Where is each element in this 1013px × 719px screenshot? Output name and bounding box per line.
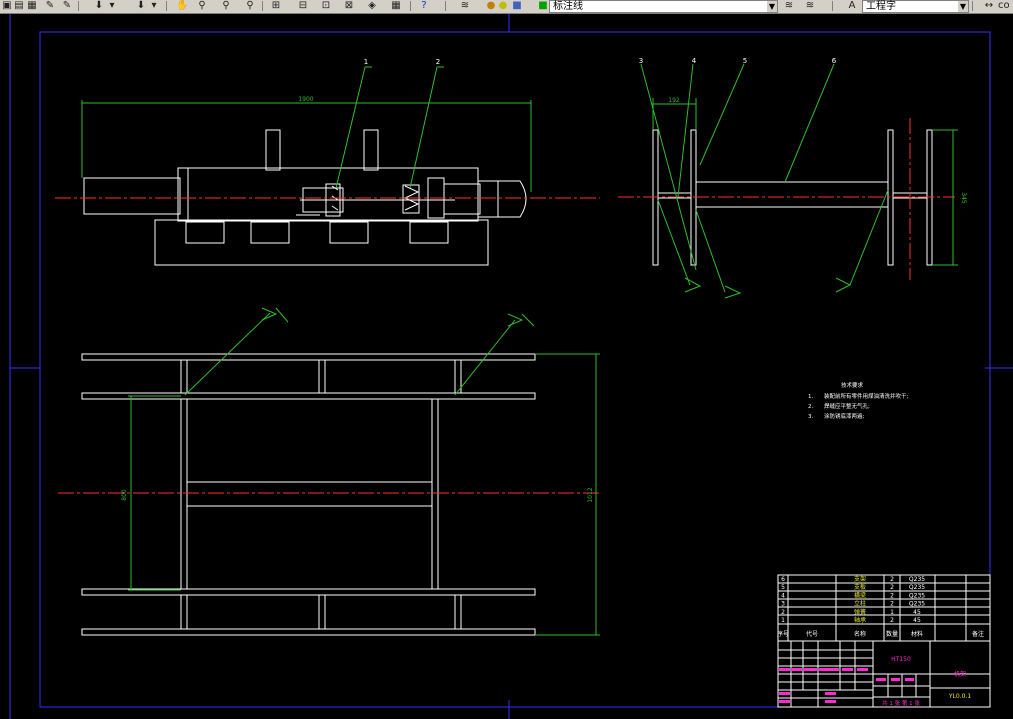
bom-row-6-material: Q235 (909, 576, 925, 583)
bom-row-6-qty: 2 (890, 576, 894, 583)
title-block: HT150 机架 YL0.0.1 共 1 张 第 1 张 (777, 640, 991, 708)
side-view-height-dimension: 345 (960, 192, 967, 204)
chevron-down-icon[interactable]: ▾ (150, 0, 158, 11)
bom-row-2-no: 2 (781, 609, 785, 616)
bom-header-no: 序号 (777, 630, 789, 638)
save-icon[interactable]: ▤ (14, 0, 24, 11)
bom-row-6-no: 6 (781, 576, 785, 583)
layer-select-value: 标注线 (553, 1, 583, 12)
side-view-width-dimension: 192 (668, 97, 680, 104)
text-style-icon[interactable]: A (846, 0, 858, 11)
title-block-sheet: 共 1 张 第 1 张 (882, 699, 920, 707)
properties-icon[interactable]: ⊞ (270, 0, 282, 11)
bill-of-materials: 6 支架 2 Q235 5 支板 2 Q235 4 横梁 2 Q235 3 立柱 2 Q235 2 弹簧 1 45 1 轴… (777, 574, 991, 642)
part-label-5: 5 (743, 57, 747, 65)
front-view: 800 1012 (58, 307, 600, 636)
zoom-window-icon[interactable]: ⚲ (221, 0, 231, 11)
drawing-canvas[interactable]: 1900 1 2 192 345 3 4 5 6 800 1012 技术要求 1… (0, 14, 1013, 719)
bom-row-4-qty: 2 (890, 592, 894, 599)
bom-row-5-name: 支板 (854, 583, 866, 591)
text-style-select[interactable]: 工程字 ▼ (862, 0, 969, 13)
bom-row-5-no: 5 (781, 584, 785, 591)
note-1-number: 1. (808, 394, 813, 400)
pan-icon[interactable]: ✋ (176, 0, 188, 11)
layer-manager-icon[interactable]: ≋ (458, 0, 472, 11)
redo-icon[interactable]: ⬇ (135, 0, 147, 11)
print-icon[interactable]: ▦ (27, 0, 37, 11)
design-center-icon[interactable]: ⊟ (297, 0, 309, 11)
bom-header-note: 备注 (972, 630, 984, 638)
notes-title: 技术要求 (841, 381, 864, 389)
bom-row-1-name: 轴承 (854, 616, 866, 624)
side-view: 192 345 3 4 5 6 (618, 57, 967, 299)
note-3-number: 3. (808, 414, 813, 420)
bom-row-3-qty: 2 (890, 601, 894, 608)
make-current-icon[interactable]: ≋ (782, 0, 796, 11)
top-view: 1900 1 2 (55, 58, 600, 266)
markup-icon[interactable]: ◈ (366, 0, 378, 11)
zoom-realtime-icon[interactable]: ⚲ (197, 0, 207, 11)
note-2-number: 2. (808, 404, 813, 410)
bom-row-2-name: 弹簧 (854, 608, 866, 616)
title-block-material: HT150 (891, 656, 911, 663)
bom-row-4-material: Q235 (909, 592, 925, 599)
bom-row-6-name: 支架 (854, 575, 866, 583)
undo-icon[interactable]: ⬇ (93, 0, 105, 11)
part-label-3: 3 (639, 57, 643, 65)
front-view-outer-dimension: 1012 (587, 487, 594, 502)
chevron-down-icon[interactable]: ▼ (767, 1, 777, 12)
bom-row-3-name: 立柱 (854, 600, 866, 608)
bom-header-material: 材料 (911, 630, 923, 638)
bom-row-1-qty: 2 (890, 617, 894, 624)
toolbar: ▣ ▤ ▦ ✎ ✎ ⬇ ▾ ⬇ ▾ ✋ ⚲ ⚲ ⚲ ⊞ ⊟ ⊡ ⊠ ◈ ▦ ? … (0, 0, 1013, 14)
layer-color-icon[interactable]: ■ (538, 0, 548, 11)
sun-icon[interactable]: ● (498, 0, 508, 11)
part-label-6: 6 (832, 57, 837, 65)
title-block-drawing-number: YL0.0.1 (948, 693, 971, 700)
open-folder-icon[interactable]: ▣ (2, 0, 12, 11)
dimension-style-icon[interactable]: ↔ (984, 0, 994, 11)
note-1-text: 装配前所有零件用煤油清洗并吹干; (824, 392, 909, 400)
lightbulb-icon[interactable]: ● (486, 0, 496, 11)
part-label-2: 2 (436, 58, 440, 66)
title-block-drawing-name: 机架 (954, 670, 966, 678)
bom-row-5-material: Q235 (909, 584, 925, 591)
bom-row-2-qty: 1 (890, 609, 894, 616)
front-view-inner-dimension: 800 (121, 489, 128, 501)
bom-header-name: 名称 (854, 630, 866, 638)
text-style-value: 工程字 (866, 1, 896, 12)
layer-select[interactable]: 标注线 ▼ (549, 0, 778, 13)
lock-icon[interactable]: ■ (512, 0, 522, 11)
zoom-previous-icon[interactable]: ⚲ (245, 0, 255, 11)
technical-notes: 技术要求 1. 装配前所有零件用煤油清洗并吹干; 2. 焊缝应平整无气孔; 3.… (808, 381, 909, 420)
bom-header-code: 代号 (806, 630, 818, 638)
note-2-text: 焊缝应平整无气孔; (824, 402, 870, 410)
bom-row-2-material: 45 (913, 609, 921, 616)
bom-row-1-material: 45 (913, 617, 921, 624)
chevron-down-icon[interactable]: ▾ (108, 0, 116, 11)
part-label-1: 1 (364, 58, 368, 66)
layer-previous-icon[interactable]: ≋ (803, 0, 817, 11)
bom-row-1-no: 1 (781, 617, 785, 624)
bom-row-4-no: 4 (781, 592, 785, 599)
help-icon[interactable]: ? (418, 0, 430, 11)
sheet-set-icon[interactable]: ⊠ (343, 0, 355, 11)
calculator-icon[interactable]: ▦ (390, 0, 402, 11)
dimension-style-label: co (998, 0, 1010, 11)
brush-icon[interactable]: ✎ (62, 0, 72, 11)
note-3-text: 涂防锈底漆两遍; (824, 412, 865, 420)
bom-row-4-name: 横梁 (854, 591, 866, 599)
pen-icon[interactable]: ✎ (45, 0, 55, 11)
top-view-length-dimension: 1900 (298, 96, 313, 103)
bom-row-5-qty: 2 (890, 584, 894, 591)
bom-row-3-no: 3 (781, 601, 785, 608)
chevron-down-icon[interactable]: ▼ (958, 1, 968, 12)
bom-row-3-material: Q235 (909, 601, 925, 608)
bom-header-qty: 数量 (886, 630, 898, 638)
tool-palette-icon[interactable]: ⊡ (320, 0, 332, 11)
part-label-4: 4 (692, 57, 697, 65)
